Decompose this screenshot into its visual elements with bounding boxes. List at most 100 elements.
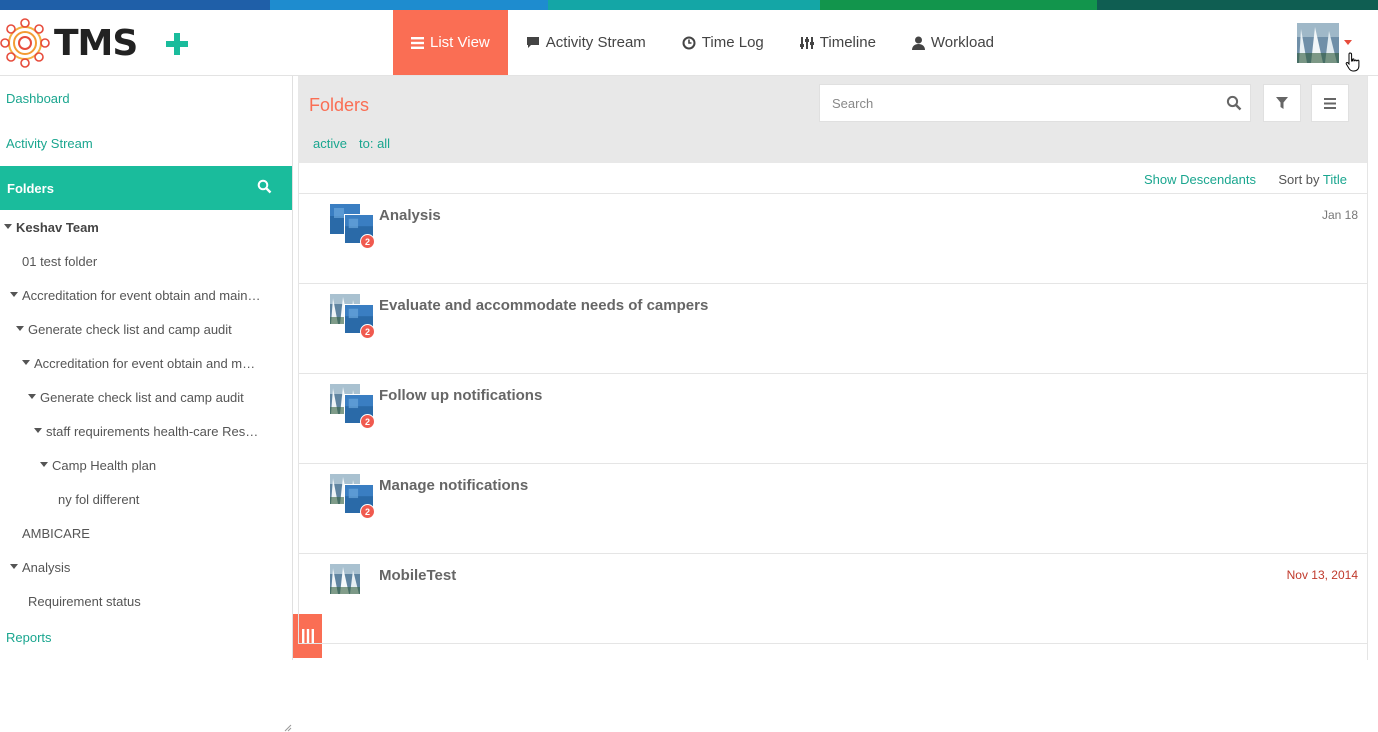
sort-label: Sort by [1278, 172, 1320, 187]
folder-date: Jan 18 [1321, 208, 1358, 222]
clock-icon [682, 36, 696, 50]
tree-item[interactable]: Accreditation for event obtain and maint… [10, 288, 262, 303]
tree-item-label: 01 test folder [22, 254, 98, 269]
app-logo[interactable]: TMS [0, 14, 140, 72]
nav-label: Time Log [701, 34, 764, 51]
brand-name: TMS [54, 22, 138, 64]
sidebar-folders-header[interactable]: Folders [0, 166, 292, 210]
tree-item[interactable]: Camp Health plan [40, 458, 282, 473]
nav-activity-stream[interactable]: Activity Stream [508, 10, 664, 75]
tree-item[interactable]: Requirement status [28, 594, 282, 609]
caret-down-icon[interactable] [34, 428, 42, 434]
tree-item[interactable]: Generate check list and camp audit [28, 390, 282, 405]
tree-item-label: Analysis [22, 560, 71, 575]
caret-down-icon[interactable] [10, 292, 18, 298]
caret-down-icon[interactable] [16, 326, 24, 332]
member-count-badge: 2 [360, 414, 375, 429]
sidebar: Dashboard Activity Stream Folders Keshav… [0, 76, 293, 732]
tree-item[interactable]: 01 test folder [22, 254, 284, 269]
filter-button[interactable] [1263, 84, 1301, 122]
caret-down-icon[interactable] [22, 360, 30, 366]
main-panel: Folders active to: all Show Descendants … [298, 76, 1368, 660]
menu-button[interactable] [1311, 84, 1349, 122]
sort-control: Sort by Title [1278, 172, 1347, 187]
nav-label: Activity Stream [545, 34, 646, 51]
folder-row[interactable]: 2 Manage notifications [299, 464, 1368, 554]
vertical-scrollbar[interactable] [1367, 76, 1378, 660]
filter-icon [1276, 97, 1288, 109]
plus-icon [166, 33, 188, 55]
tree-item[interactable]: Generate check list and camp audit [16, 322, 282, 337]
nav-label: List View [430, 34, 490, 51]
list-toolbar: Show Descendants Sort by Title [298, 163, 1367, 194]
tree-item-label: Generate check list and camp audit [28, 322, 232, 337]
tree-item-label: Camp Health plan [52, 458, 157, 473]
folder-thumbnail [330, 564, 360, 594]
folder-date: Nov 13, 2014 [1286, 568, 1358, 582]
folder-search-icon[interactable] [257, 179, 272, 197]
nav-list-view[interactable]: List View [393, 10, 508, 75]
search-input[interactable] [832, 95, 1212, 111]
folder-title[interactable]: Follow up notifications [379, 387, 542, 404]
search-icon[interactable] [1226, 95, 1242, 116]
show-descendants-link[interactable]: Show Descendants [1144, 172, 1256, 187]
sidebar-item-activity-stream[interactable]: Activity Stream [6, 136, 93, 151]
tree-item-label: Generate check list and camp audit [40, 390, 244, 405]
filter-chip-status[interactable]: active [313, 136, 347, 151]
app-header: TMS List View Activity Stream Time Log T… [0, 10, 1378, 76]
folder-row[interactable]: 2 Evaluate and accommodate needs of campe… [299, 284, 1368, 374]
nav-label: Timeline [819, 34, 876, 51]
tree-item-label: Accreditation for event obtain and maint… [34, 356, 262, 371]
sort-value-link[interactable]: Title [1323, 172, 1347, 187]
nav-workload[interactable]: Workload [894, 10, 1012, 75]
folder-thumbs: 2 [330, 474, 378, 520]
top-color-strip [0, 0, 1378, 10]
hand-cursor-icon [1345, 52, 1360, 72]
logo-emblem-icon [0, 18, 50, 68]
tree-item[interactable]: Keshav Team [4, 220, 284, 235]
comment-icon [526, 36, 540, 49]
folder-title[interactable]: MobileTest [379, 567, 456, 584]
tree-item[interactable]: staff requirements health-care Resources [34, 424, 262, 439]
caret-down-icon[interactable] [4, 224, 12, 230]
folder-title[interactable]: Evaluate and accommodate needs of camper… [379, 297, 708, 314]
tree-item-label: ny fol different [58, 492, 140, 507]
sidebar-item-reports[interactable]: Reports [6, 630, 52, 645]
caret-down-icon[interactable] [10, 564, 18, 570]
search-box[interactable] [819, 84, 1251, 122]
folder-row[interactable]: MobileTest Nov 13, 2014 [299, 554, 1368, 644]
filter-chip-assignee[interactable]: to: all [359, 136, 390, 151]
main-nav: List View Activity Stream Time Log Timel… [393, 10, 1012, 75]
folder-row[interactable]: 2 Follow up notifications [299, 374, 1368, 464]
nav-timeline[interactable]: Timeline [782, 10, 894, 75]
add-new-button[interactable] [163, 26, 191, 60]
folder-thumbs: 2 [330, 294, 378, 340]
user-icon [911, 36, 925, 50]
tree-item-label: AMBICARE [22, 526, 90, 541]
caret-down-icon[interactable] [40, 462, 48, 468]
tree-item-label: Accreditation for event obtain and maint… [22, 288, 262, 303]
member-count-badge: 2 [360, 324, 375, 339]
folder-thumbs [330, 564, 378, 610]
folder-list: 2 Analysis Jan 18 2 Evaluate and accommodate… [298, 194, 1368, 644]
tree-item[interactable]: Accreditation for event obtain and maint… [22, 356, 262, 371]
sliders-icon [799, 36, 814, 50]
folder-title[interactable]: Analysis [379, 207, 441, 224]
nav-time-log[interactable]: Time Log [664, 10, 782, 75]
sidebar-item-dashboard[interactable]: Dashboard [6, 91, 70, 106]
tree-item[interactable]: ny fol different [58, 492, 282, 507]
tree-item[interactable]: AMBICARE [22, 526, 282, 541]
resize-grip-icon[interactable] [282, 722, 292, 732]
user-menu-caret-icon[interactable] [1344, 40, 1352, 45]
folder-row[interactable]: 2 Analysis Jan 18 [299, 194, 1368, 284]
list-icon [411, 36, 424, 49]
tree-item[interactable]: Analysis [10, 560, 282, 575]
hamburger-icon [1324, 97, 1336, 109]
user-avatar[interactable] [1297, 23, 1339, 63]
main-header: Folders active to: all [298, 76, 1367, 163]
caret-down-icon[interactable] [28, 394, 36, 400]
tree-item-label: Requirement status [28, 594, 141, 609]
folder-title[interactable]: Manage notifications [379, 477, 528, 494]
member-count-badge: 2 [360, 234, 375, 249]
folder-thumbs: 2 [330, 384, 378, 430]
